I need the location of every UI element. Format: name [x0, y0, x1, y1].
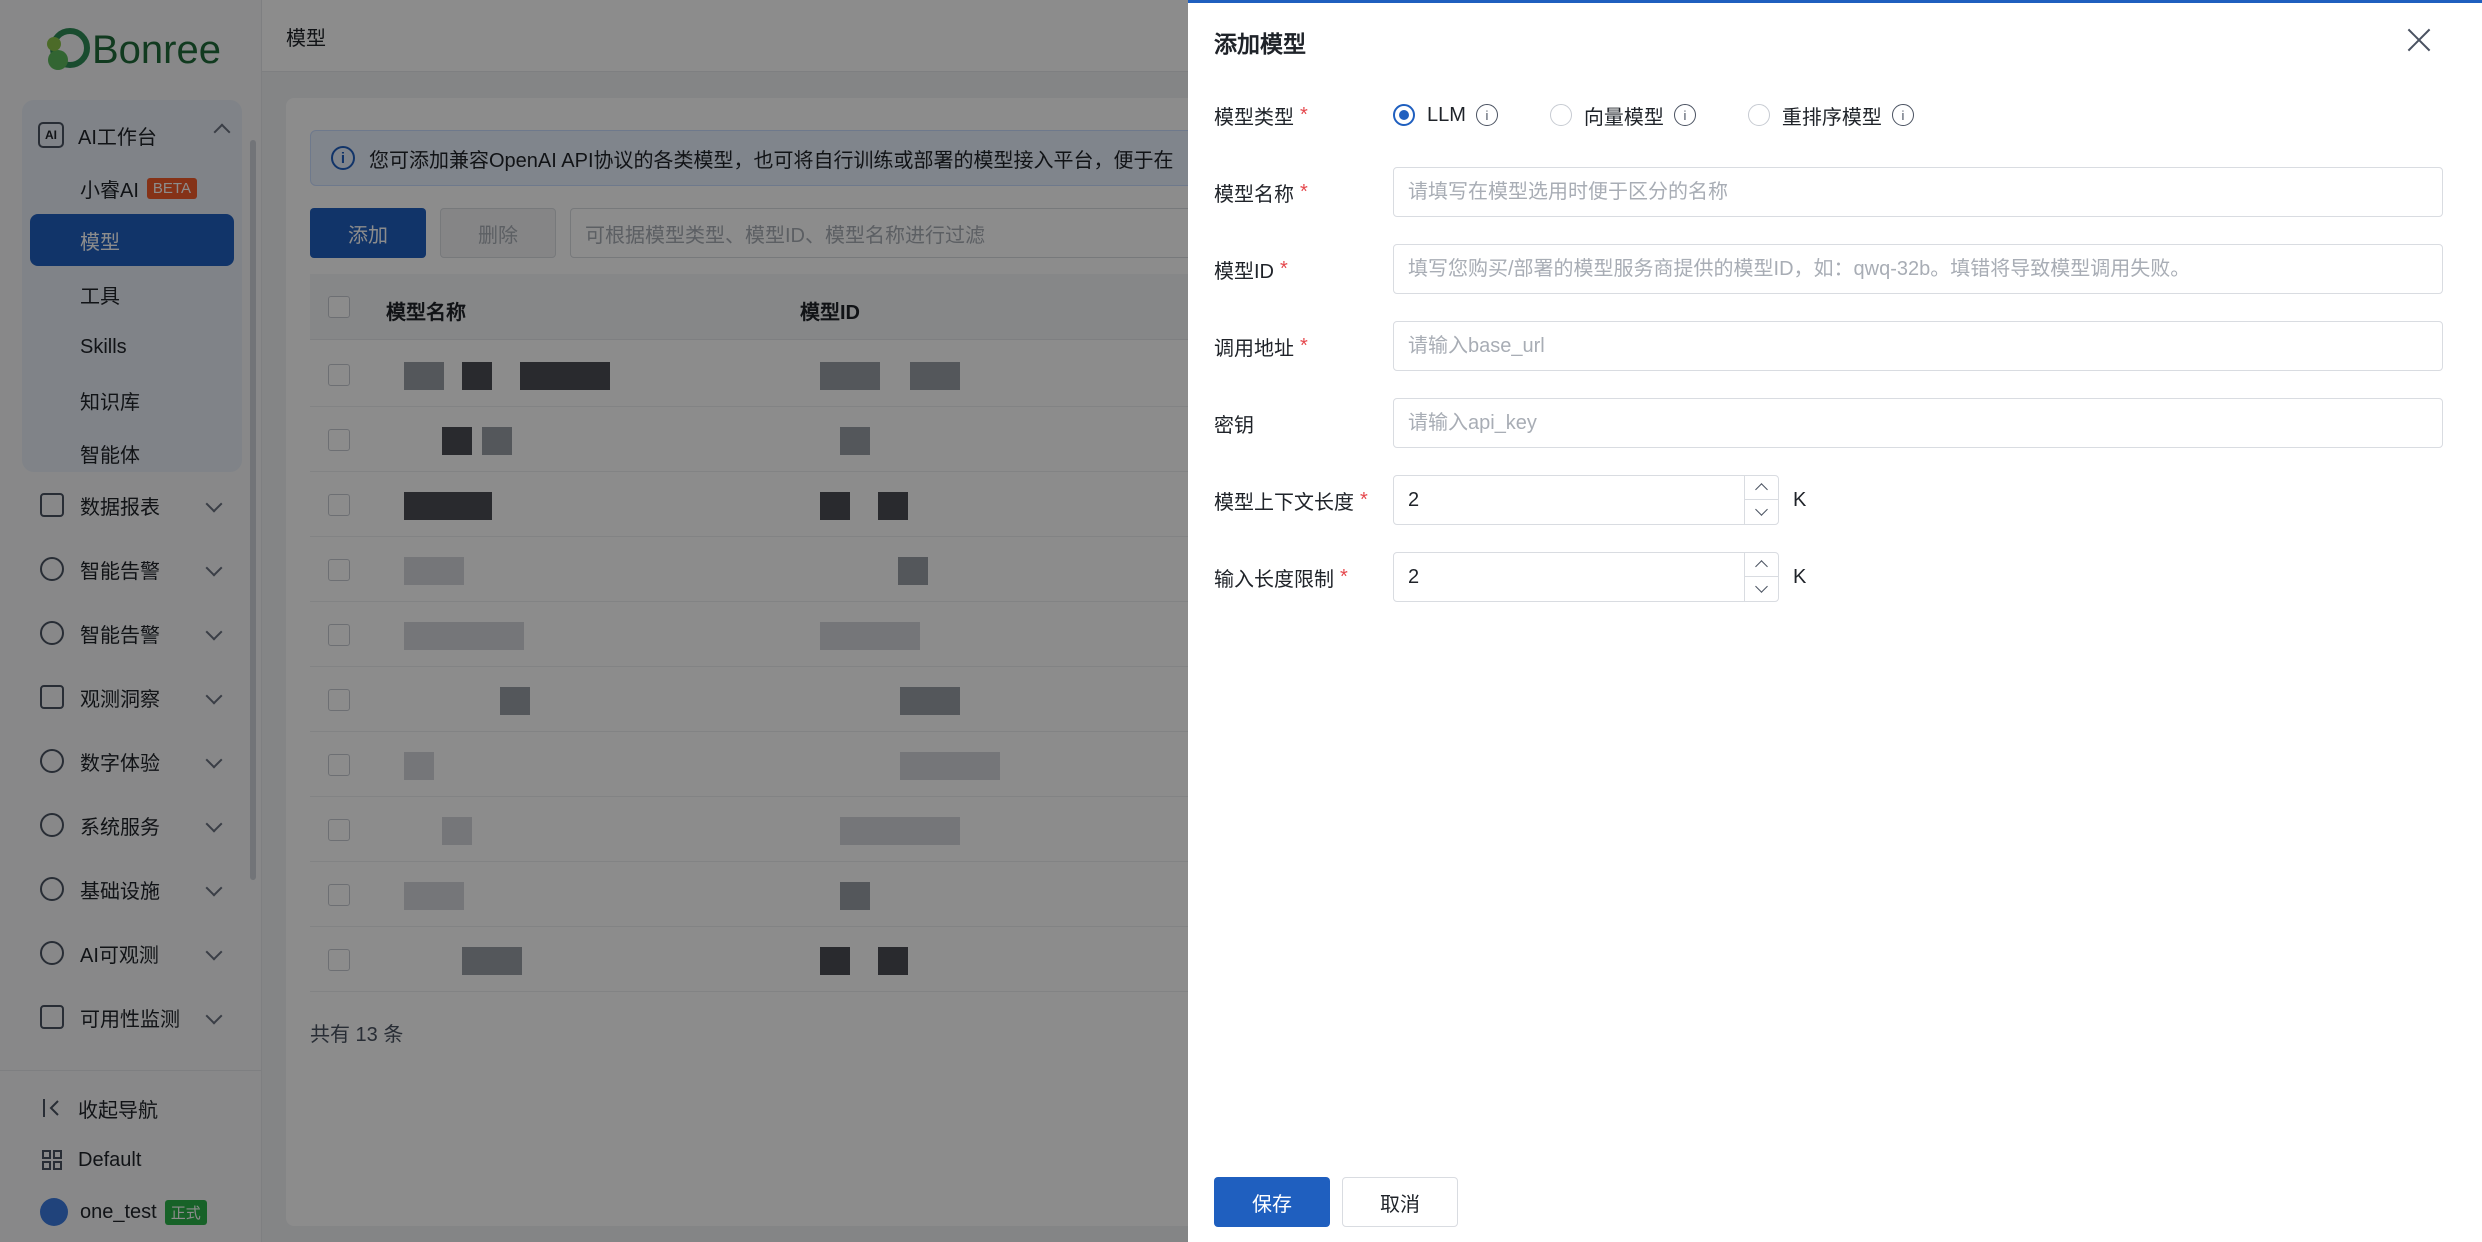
radio-label: 重排序模型 [1781, 106, 1882, 129]
radio-label: LLM [1427, 103, 1466, 126]
api-key-input[interactable] [1393, 398, 2443, 448]
increment-button[interactable] [1745, 476, 1778, 500]
context-length-unit: K [1793, 488, 1807, 511]
info-icon[interactable]: i [1891, 104, 1914, 126]
context-length-stepper[interactable]: 2 [1393, 475, 1779, 525]
label-text: 模型类型 [1214, 106, 1294, 129]
input-limit-stepper[interactable]: 2 [1393, 552, 1779, 602]
context-length-label: 模型上下文长度 * [1214, 475, 1368, 525]
required-mark: * [1300, 334, 1308, 357]
add-model-drawer: 添加模型 模型类型 * LLM i 向量模型 i 重排序模型 i 模型名称 * 模型… [1188, 0, 2482, 1242]
input-limit-unit: K [1793, 565, 1807, 588]
save-button[interactable]: 保存 [1214, 1177, 1330, 1227]
required-mark: * [1300, 180, 1308, 203]
radio-dot [1393, 104, 1415, 126]
required-mark: * [1340, 565, 1348, 588]
radio-dot [1549, 104, 1572, 126]
model-name-label: 模型名称 * [1214, 167, 1308, 217]
label-text: 模型ID [1214, 260, 1274, 283]
required-mark: * [1280, 257, 1288, 280]
label-text: 模型名称 [1214, 183, 1294, 206]
api-key-label: 密钥 [1214, 398, 1254, 448]
close-icon[interactable] [2404, 25, 2434, 55]
info-icon[interactable]: i [1475, 104, 1498, 126]
cancel-button[interactable]: 取消 [1342, 1177, 1458, 1227]
model-type-label: 模型类型 * [1214, 90, 1308, 140]
label-text: 调用地址 [1214, 337, 1294, 360]
chevron-up-icon [1755, 483, 1768, 496]
stepper-controls [1744, 553, 1778, 601]
drawer-title: 添加模型 [1214, 31, 1306, 57]
model-name-input[interactable] [1393, 167, 2443, 217]
increment-button[interactable] [1745, 553, 1778, 577]
radio-llm[interactable]: LLM i [1393, 104, 1498, 127]
radio-embedding[interactable]: 向量模型 i [1549, 101, 1696, 130]
stepper-value: 2 [1408, 489, 1420, 511]
decrement-button[interactable] [1745, 500, 1778, 524]
label-text: 密钥 [1214, 414, 1254, 437]
model-id-label: 模型ID * [1214, 244, 1288, 294]
label-text: 输入长度限制 [1214, 568, 1334, 591]
label-text: 模型上下文长度 [1214, 491, 1354, 514]
input-limit-label: 输入长度限制 * [1214, 552, 1348, 602]
radio-rerank[interactable]: 重排序模型 i [1747, 101, 1914, 130]
chevron-down-icon [1755, 503, 1768, 516]
required-mark: * [1360, 488, 1368, 511]
chevron-down-icon [1755, 580, 1768, 593]
model-type-radio-group: LLM i 向量模型 i 重排序模型 i [1393, 95, 1966, 135]
info-icon[interactable]: i [1673, 104, 1696, 126]
radio-dot [1747, 104, 1770, 126]
stepper-controls [1744, 476, 1778, 524]
base-url-input[interactable] [1393, 321, 2443, 371]
required-mark: * [1300, 103, 1308, 126]
base-url-label: 调用地址 * [1214, 321, 1308, 371]
model-id-input[interactable] [1393, 244, 2443, 294]
decrement-button[interactable] [1745, 577, 1778, 601]
radio-label: 向量模型 [1583, 106, 1664, 129]
stepper-value: 2 [1408, 566, 1420, 588]
chevron-up-icon [1755, 560, 1768, 573]
